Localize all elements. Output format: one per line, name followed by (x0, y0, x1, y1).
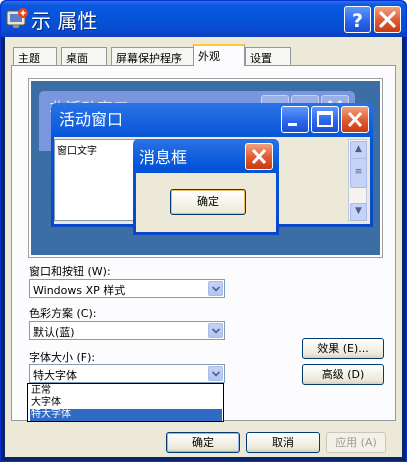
ok-button[interactable]: 确定 (166, 432, 240, 453)
message-box-ok-button: 确定 (170, 189, 246, 215)
advanced-button[interactable]: 高级 (D) (302, 364, 384, 385)
tab-theme[interactable]: 主题 (13, 47, 57, 65)
tab-settings-label: 设置 (250, 52, 272, 65)
apply-button[interactable]: 应用 (A) (326, 432, 386, 453)
chevron-down-icon[interactable] (208, 366, 223, 381)
font-size-label: 字体大小 (F): (29, 351, 96, 364)
tab-desktop[interactable]: 桌面 (61, 47, 107, 65)
window-buttons-select[interactable]: Windows XP 样式 (29, 279, 225, 298)
scroll-up-icon: ▲ (350, 141, 367, 159)
close-button[interactable] (374, 6, 401, 33)
tab-settings[interactable]: 设置 (245, 47, 291, 65)
svg-text:?: ? (352, 10, 363, 32)
font-size-option-large[interactable]: 大字体 (30, 397, 222, 409)
window-text-area: 窗口文字 (54, 139, 142, 221)
message-box-preview: 消息框 确定 (133, 139, 279, 235)
message-box-client: 确定 (136, 173, 276, 232)
cancel-button[interactable]: 取消 (246, 432, 320, 453)
message-box-close-icon (245, 143, 273, 170)
tab-screensaver-label: 屏幕保护程序 (116, 52, 182, 65)
close-icon (379, 11, 396, 28)
scroll-thumb: ≡ (350, 158, 367, 188)
font-size-option-extra-large[interactable]: 特大字体 (30, 409, 222, 421)
message-box-title: 消息框 (139, 148, 188, 167)
effects-button[interactable]: 效果 (E)... (302, 338, 384, 359)
tab-appearance-label: 外观 (198, 50, 220, 63)
color-scheme-label: 色彩方案 (C): (29, 307, 97, 320)
window-text-sample: 窗口文字 (57, 146, 97, 157)
scroll-down-icon: ▼ (350, 203, 367, 221)
chevron-down-icon[interactable] (208, 323, 223, 338)
chevron-down-icon[interactable] (208, 281, 223, 296)
window-buttons-value: Windows XP 样式 (33, 284, 126, 297)
font-size-select[interactable]: 特大字体 (29, 364, 225, 383)
title-bar[interactable]: 示 属性 ? (1, 1, 406, 37)
font-size-value: 特大字体 (33, 369, 77, 382)
color-scheme-value: 默认(蓝) (33, 326, 75, 339)
window-title: 示 属性 (31, 9, 98, 33)
tab-theme-label: 主题 (18, 52, 40, 65)
help-icon: ? (352, 10, 363, 32)
active-maximize-icon (311, 106, 339, 133)
color-scheme-select[interactable]: 默认(蓝) (29, 321, 225, 340)
display-properties-icon (6, 8, 28, 28)
tab-screensaver[interactable]: 屏幕保护程序 (111, 47, 195, 65)
active-window-title: 活动窗口 (59, 110, 124, 129)
help-button[interactable]: ? (344, 6, 371, 33)
active-minimize-icon (281, 106, 309, 133)
tab-appearance[interactable]: 外观 (193, 44, 245, 66)
tab-desktop-label: 桌面 (66, 52, 88, 65)
font-size-option-normal[interactable]: 正常 (30, 385, 222, 397)
preview-scrollbar: ▲ ≡ ▼ (348, 139, 367, 221)
appearance-preview: 非活动窗口 活动窗口 窗 (28, 78, 383, 258)
window-buttons-label: 窗口和按钮 (W): (29, 265, 111, 278)
active-close-icon (341, 106, 369, 133)
font-size-dropdown-list: 正常 大字体 特大字体 (27, 383, 224, 422)
